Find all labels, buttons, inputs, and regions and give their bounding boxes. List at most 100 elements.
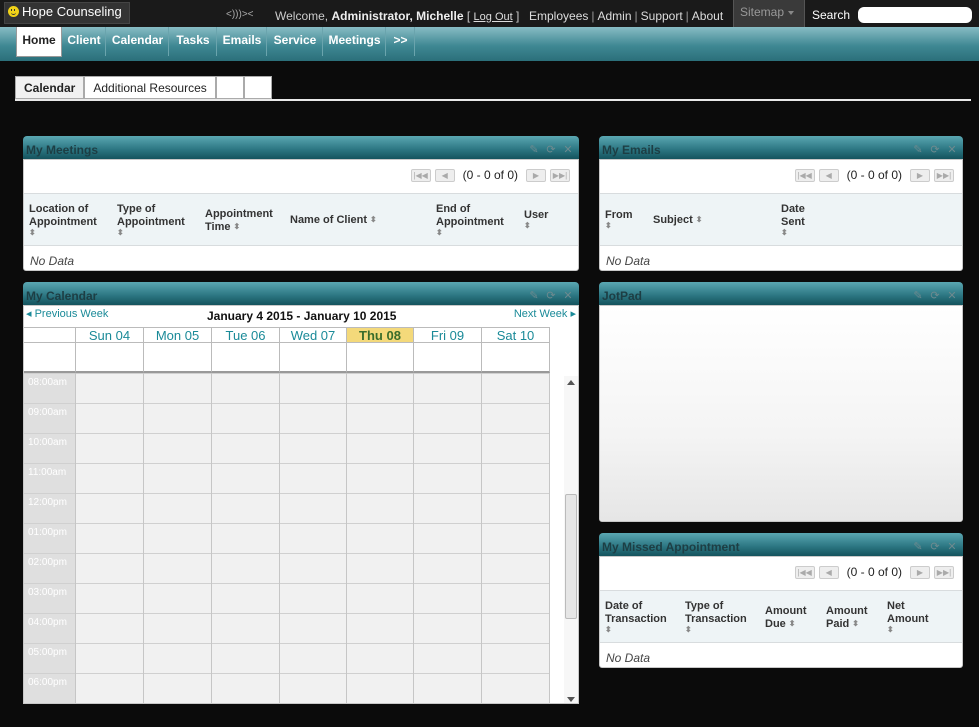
col-amount-due[interactable]: Amount Due ⬍	[765, 605, 821, 631]
prev-page-icon[interactable]: ◀	[818, 168, 839, 182]
edit-icon[interactable]: ✎	[527, 144, 541, 156]
col-user[interactable]: User ⬍	[524, 209, 564, 230]
nav-tab-home[interactable]: Home	[16, 27, 62, 57]
calendar-grid[interactable]: Sun 04 Mon 05 Tue 06 Wed 07 Thu 08 Fri 09 Sat …	[24, 327, 550, 703]
close-icon[interactable]: ✕	[945, 144, 959, 156]
edit-icon[interactable]: ✎	[911, 541, 925, 553]
nav-tab-meetings[interactable]: Meetings	[324, 27, 386, 56]
edit-icon[interactable]: ✎	[911, 290, 925, 302]
refresh-icon[interactable]: ⟳	[928, 541, 942, 553]
app-logo[interactable]: Hope Counseling	[8, 4, 122, 19]
panel-header: My Calendar ✎ ⟳ ✕	[23, 282, 579, 305]
first-page-icon[interactable]: |◀◀	[794, 565, 815, 579]
subtab-additional-resources[interactable]: Additional Resources	[84, 76, 216, 99]
day-header[interactable]: Wed 07	[280, 327, 347, 343]
col-amount-paid[interactable]: Amount Paid ⬍	[826, 605, 882, 631]
day-header[interactable]: Mon 05	[144, 327, 212, 343]
date-range: January 4 2015 - January 10 2015	[207, 309, 397, 323]
time-label: 02:00pm	[28, 557, 67, 568]
close-icon[interactable]: ✕	[561, 290, 575, 302]
nav-tab-service[interactable]: Service	[268, 27, 323, 56]
panel-title: My Meetings	[26, 143, 99, 157]
top-bar: Hope Counseling <)))>< Welcome, Administ…	[0, 0, 979, 27]
col-from[interactable]: From ⬍	[605, 209, 645, 230]
day-header[interactable]: Thu 08	[347, 327, 414, 343]
main-nav: Home Client Calendar Tasks Emails Servic…	[0, 27, 979, 61]
jotpad-textarea[interactable]	[600, 306, 962, 521]
day-header[interactable]: Sat 10	[482, 327, 550, 343]
edit-icon[interactable]: ✎	[911, 144, 925, 156]
col-date-sent[interactable]: Date Sent ⬍	[781, 203, 815, 237]
prev-page-icon[interactable]: ◀	[434, 168, 455, 182]
day-column-line	[211, 373, 212, 703]
nav-tab-emails[interactable]: Emails	[218, 27, 267, 56]
day-header[interactable]: Fri 09	[414, 327, 482, 343]
refresh-icon[interactable]: ⟳	[544, 290, 558, 302]
all-day-cell[interactable]	[280, 343, 347, 373]
about-link[interactable]: About	[692, 9, 723, 23]
search-input[interactable]	[858, 7, 972, 23]
subtab-empty-1[interactable]	[215, 76, 244, 99]
day-column-line	[75, 373, 76, 703]
close-icon[interactable]: ✕	[945, 541, 959, 553]
pager-text: (0 - 0 of 0)	[846, 565, 902, 579]
close-icon[interactable]: ✕	[945, 290, 959, 302]
day-header-blank	[24, 327, 76, 343]
next-page-icon[interactable]: ▶	[526, 168, 546, 182]
refresh-icon[interactable]: ⟳	[544, 144, 558, 156]
previous-week-link[interactable]: ◂ Previous Week	[26, 307, 108, 320]
col-time[interactable]: Appointment Time ⬍	[205, 208, 285, 234]
nav-tab-more[interactable]: >>	[387, 27, 415, 56]
col-location[interactable]: Location of Appointment ⬍	[29, 203, 109, 237]
panel-title: JotPad	[602, 289, 643, 303]
last-page-icon[interactable]: ▶▶|	[934, 565, 954, 579]
sitemap-dropdown[interactable]: Sitemap	[733, 0, 805, 27]
col-date-of-transaction[interactable]: Date of Transaction ⬍	[605, 600, 677, 634]
all-day-cell[interactable]	[482, 343, 550, 373]
scroll-thumb[interactable]	[565, 494, 577, 619]
day-header[interactable]: Tue 06	[212, 327, 280, 343]
calendar-scrollbar[interactable]	[564, 376, 578, 703]
edit-icon[interactable]: ✎	[527, 290, 541, 302]
all-day-cell[interactable]	[347, 343, 414, 373]
support-link[interactable]: Support	[641, 9, 683, 23]
panel-header: JotPad ✎ ⟳ ✕	[599, 282, 963, 305]
last-page-icon[interactable]: ▶▶|	[934, 168, 954, 182]
scroll-down-icon[interactable]	[567, 697, 575, 702]
col-client-name[interactable]: Name of Client ⬍	[290, 214, 410, 227]
nav-tab-calendar[interactable]: Calendar	[107, 27, 169, 56]
all-day-cell[interactable]	[414, 343, 482, 373]
refresh-icon[interactable]: ⟳	[928, 144, 942, 156]
prev-page-icon[interactable]: ◀	[818, 565, 839, 579]
nav-tab-client[interactable]: Client	[63, 27, 106, 56]
subtab-empty-2[interactable]	[243, 76, 272, 99]
employees-link[interactable]: Employees	[529, 9, 588, 23]
col-net-amount[interactable]: Net Amount ⬍	[887, 600, 943, 634]
col-end[interactable]: End of Appointment ⬍	[436, 203, 516, 237]
scroll-up-icon[interactable]	[567, 380, 575, 385]
close-icon[interactable]: ✕	[561, 144, 575, 156]
col-type[interactable]: Type of Appointment ⬍	[117, 203, 197, 237]
next-page-icon[interactable]: ▶	[910, 168, 930, 182]
search-label: Search	[812, 8, 851, 22]
subtab-calendar[interactable]: Calendar	[15, 76, 85, 99]
calendar-nav: ◂ Previous Week January 4 2015 - January…	[24, 306, 578, 328]
last-page-icon[interactable]: ▶▶|	[550, 168, 570, 182]
first-page-icon[interactable]: |◀◀	[410, 168, 431, 182]
next-week-link[interactable]: Next Week ▸	[514, 307, 576, 320]
nav-tab-tasks[interactable]: Tasks	[170, 27, 217, 56]
first-page-icon[interactable]: |◀◀	[794, 168, 815, 182]
all-day-cell[interactable]	[76, 343, 144, 373]
col-type-of-transaction[interactable]: Type of Transaction ⬍	[685, 600, 757, 634]
grid-header: Date of Transaction ⬍ Type of Transaction…	[600, 590, 962, 643]
logout-link[interactable]: Log Out	[474, 11, 513, 23]
refresh-icon[interactable]: ⟳	[928, 290, 942, 302]
day-header[interactable]: Sun 04	[76, 327, 144, 343]
welcome-text: Welcome, Administrator, Michelle [ Log O…	[275, 9, 520, 23]
all-day-cell[interactable]	[212, 343, 280, 373]
panel-header: My Emails ✎ ⟳ ✕	[599, 136, 963, 159]
col-subject[interactable]: Subject ⬍	[653, 214, 743, 227]
next-page-icon[interactable]: ▶	[910, 565, 930, 579]
all-day-cell[interactable]	[144, 343, 212, 373]
admin-link[interactable]: Admin	[598, 9, 632, 23]
